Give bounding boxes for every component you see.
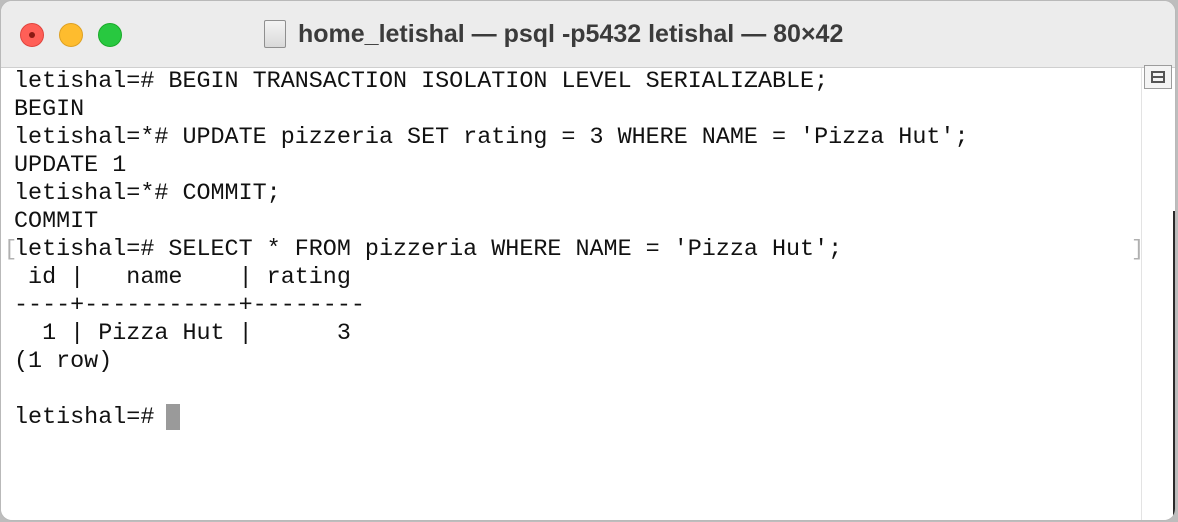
- terminal-line: COMMIT: [14, 209, 99, 235]
- terminal-line: ----+-----------+--------: [14, 293, 365, 319]
- scroll-split-icon[interactable]: [1144, 65, 1172, 89]
- window-edge: [1173, 211, 1175, 520]
- terminal-line: letishal=# BEGIN TRANSACTION ISOLATION L…: [14, 69, 829, 95]
- terminal-line: UPDATE 1: [14, 153, 127, 179]
- terminal-line: letishal=*# UPDATE pizzeria SET rating =…: [14, 125, 969, 151]
- minimize-button-icon[interactable]: [59, 23, 83, 47]
- terminal-line: BEGIN: [14, 97, 85, 123]
- terminal-line: (1 row): [14, 349, 113, 375]
- terminal-line: id | name | rating: [14, 265, 351, 291]
- window-title-text: home_letishal — psql -p5432 letishal — 8…: [298, 19, 844, 48]
- terminal-line: 1 | Pizza Hut | 3: [14, 321, 351, 347]
- document-icon: [264, 20, 286, 48]
- terminal-line: letishal=*# COMMIT;: [14, 181, 281, 207]
- terminal-window: home_letishal — psql -p5432 letishal — 8…: [0, 0, 1176, 521]
- terminal-line: letishal=# SELECT * FROM pizzeria WHERE …: [14, 237, 843, 263]
- window-title: home_letishal — psql -p5432 letishal — 8…: [264, 18, 843, 50]
- scrollbar[interactable]: [1141, 68, 1175, 520]
- terminal-prompt-line: letishal=#: [14, 405, 169, 431]
- terminal-output[interactable]: letishal=# BEGIN TRANSACTION ISOLATION L…: [1, 68, 1144, 520]
- close-button-icon[interactable]: [20, 23, 44, 47]
- title-bar[interactable]: home_letishal — psql -p5432 letishal — 8…: [1, 1, 1175, 68]
- text-cursor: [166, 404, 180, 430]
- zoom-button-icon[interactable]: [98, 23, 122, 47]
